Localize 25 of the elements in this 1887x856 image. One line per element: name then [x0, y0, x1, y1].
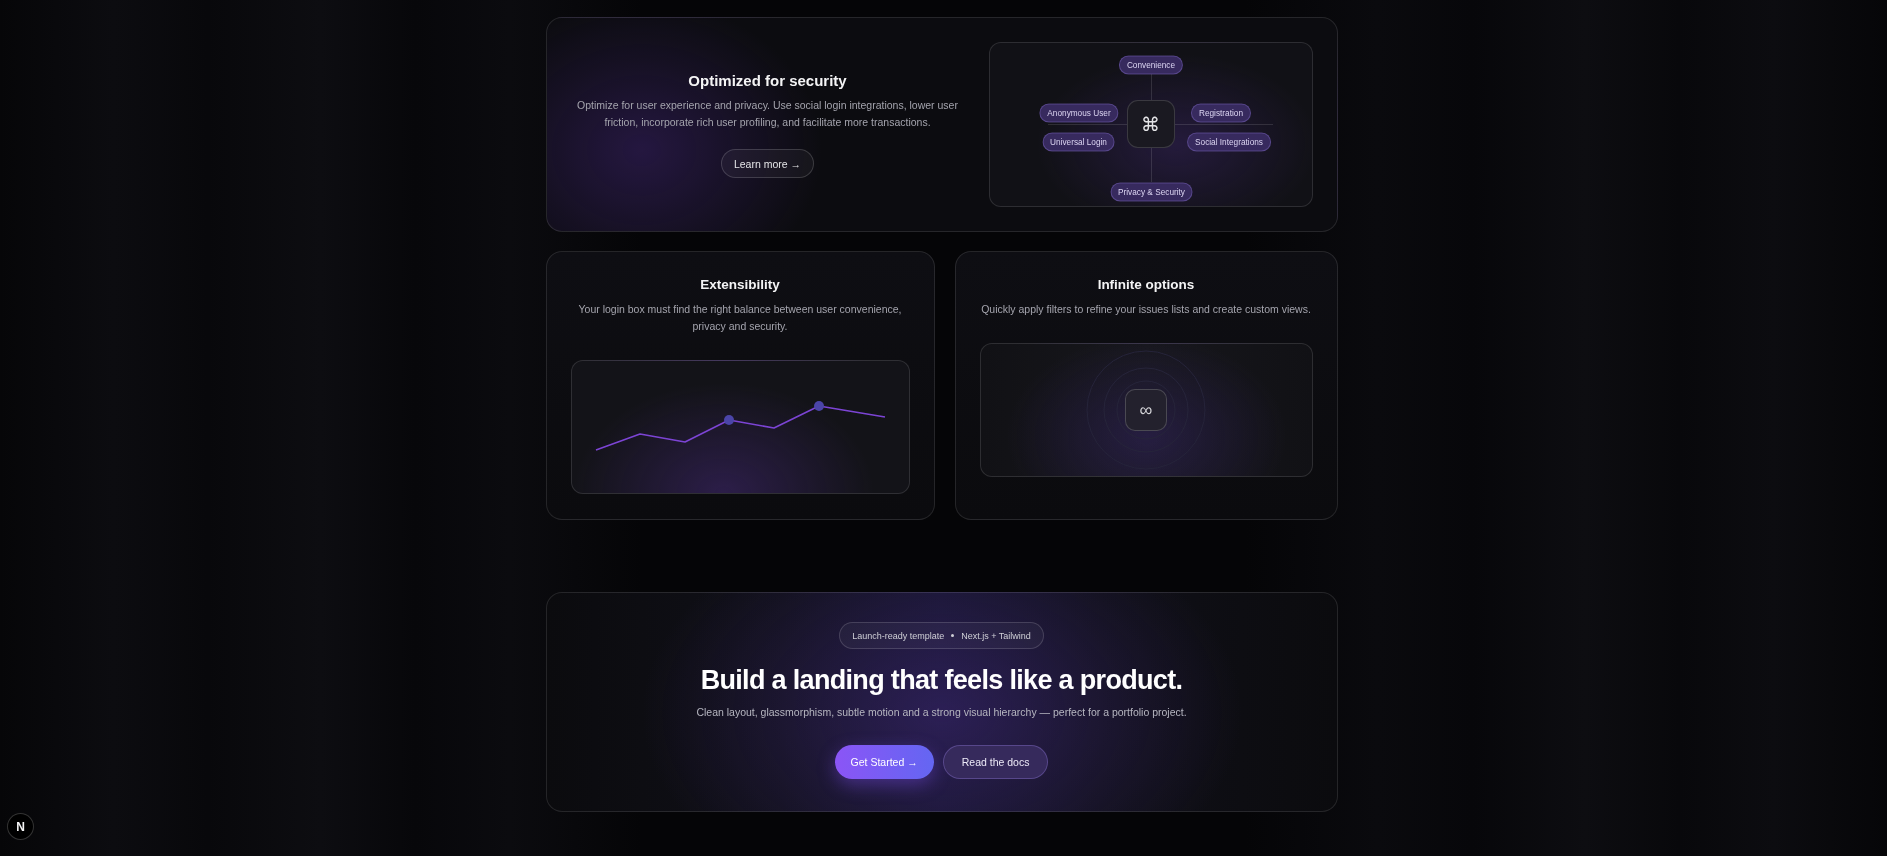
card-description: Optimize for user experience and privacy. Use social login integrations, lower user friction, incorporate rich user profiling, and facilitate more transactions. — [576, 98, 959, 130]
diagram-node: Anonymous User — [1039, 103, 1119, 122]
learn-more-button[interactable]: Learn more → — [720, 149, 815, 178]
diagram-node: Universal Login — [1042, 132, 1115, 152]
card-title: Infinite options — [1097, 276, 1195, 294]
badge-text: Launch-ready template — [852, 629, 945, 642]
dev-tools-button[interactable]: N — [7, 813, 34, 840]
diagram-node: Social Integrations — [1187, 132, 1271, 152]
secondary-button[interactable]: Read the docs — [942, 745, 1049, 779]
card-title: Extensibility — [700, 276, 780, 294]
card-title: Optimized for security — [688, 71, 847, 91]
cta-subtitle: Clean layout, glassmorphism, subtle motion and a strong visual hierarchy — perfect for a portfolio project. — [696, 705, 1187, 720]
diagram-node: Registration — [1191, 103, 1251, 122]
card-description: Your login box must find the right balance between user convenience, privacy and security. — [577, 302, 903, 334]
data-point-marker — [813, 401, 824, 411]
separator-dot-icon — [951, 634, 955, 637]
data-point-marker — [723, 415, 734, 425]
diagram-node: Privacy & Security — [1110, 182, 1193, 202]
diagram-node: Convenience — [1118, 55, 1184, 75]
primary-button[interactable]: Get Started → — [834, 745, 934, 779]
infinity-symbol-tile: ∞ — [1125, 389, 1167, 431]
command-symbol-tile: ⌘ — [1126, 100, 1175, 148]
badge-text: Next.js + Tailwind — [961, 629, 1031, 642]
card-description: Quickly apply filters to refine your issues lists and create custom views. — [981, 302, 1311, 317]
cta-heading: Build a landing that feels like a product. — [700, 664, 1183, 696]
